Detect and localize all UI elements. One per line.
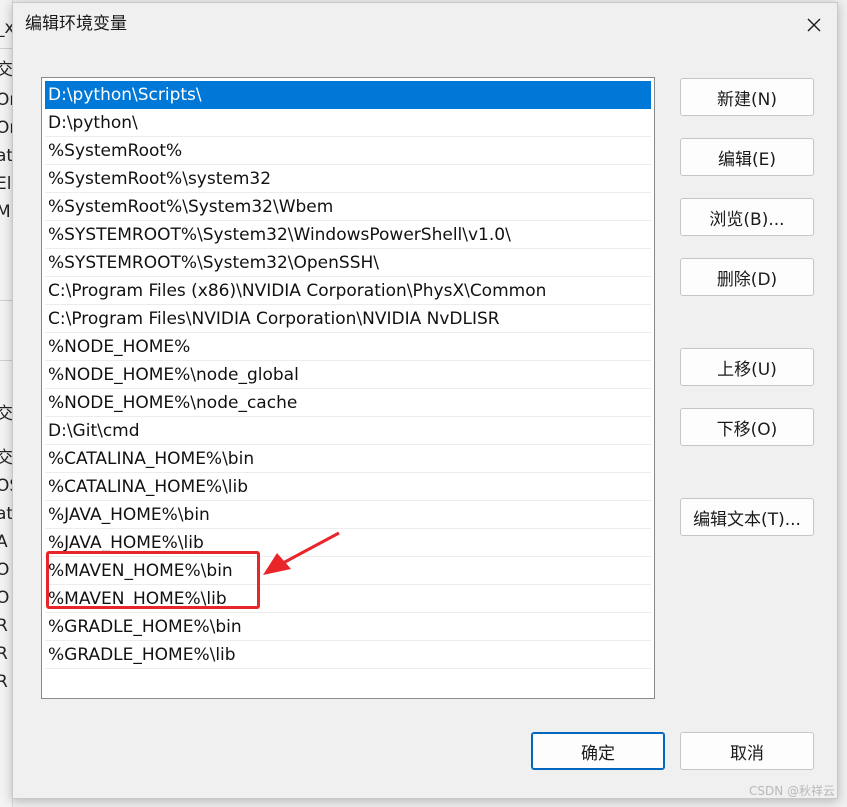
edit-button[interactable]: 编辑(E) — [680, 138, 814, 176]
path-list-item[interactable]: C:\Program Files (x86)\NVIDIA Corporatio… — [45, 277, 651, 305]
path-list-item[interactable]: D:\Git\cmd — [45, 417, 651, 445]
path-list-item[interactable]: %SystemRoot%\system32 — [45, 165, 651, 193]
path-list-item[interactable]: %MAVEN_HOME%\bin — [45, 557, 651, 585]
path-list-item[interactable]: D:\python\ — [45, 109, 651, 137]
path-list-item[interactable]: %JAVA_HOME%\lib — [45, 529, 651, 557]
title-bar[interactable]: 编辑环境变量 — [13, 3, 837, 47]
new-button[interactable]: 新建(N) — [680, 78, 814, 116]
bg-divider — [0, 300, 12, 301]
path-list-item[interactable]: %SystemRoot% — [45, 137, 651, 165]
path-list-item[interactable]: C:\Program Files\NVIDIA Corporation\NVID… — [45, 305, 651, 333]
delete-button[interactable]: 删除(D) — [680, 258, 814, 296]
close-button[interactable] — [791, 3, 837, 47]
dialog-title: 编辑环境变量 — [25, 14, 127, 34]
path-list-item[interactable]: %MAVEN_HOME%\lib — [45, 585, 651, 613]
path-list-item[interactable]: D:\python\Scripts\ — [45, 81, 651, 109]
path-list-item[interactable]: %CATALINA_HOME%\lib — [45, 473, 651, 501]
close-icon — [807, 18, 821, 32]
path-list-item[interactable]: %NODE_HOME%\node_global — [45, 361, 651, 389]
path-list-item[interactable]: %SYSTEMROOT%\System32\OpenSSH\ — [45, 249, 651, 277]
path-list-item[interactable]: %JAVA_HOME%\bin — [45, 501, 651, 529]
move-down-button[interactable]: 下移(O) — [680, 408, 814, 446]
cancel-button[interactable]: 取消 — [680, 732, 814, 770]
path-listbox[interactable]: D:\python\Scripts\ D:\python\ %SystemRoot%… — [41, 77, 655, 699]
edit-text-button[interactable]: 编辑文本(T)... — [680, 498, 814, 536]
browse-button[interactable]: 浏览(B)... — [680, 198, 814, 236]
path-list-item[interactable]: %NODE_HOME% — [45, 333, 651, 361]
path-list-item[interactable]: %CATALINA_HOME%\bin — [45, 445, 651, 473]
watermark: CSDN @秋祥云 — [748, 784, 835, 798]
ok-button[interactable]: 确定 — [531, 732, 665, 770]
path-list-item[interactable]: %GRADLE_HOME%\lib — [45, 641, 651, 669]
move-up-button[interactable]: 上移(U) — [680, 348, 814, 386]
path-list-item[interactable]: %SystemRoot%\System32\Wbem — [45, 193, 651, 221]
bg-divider — [0, 360, 12, 361]
path-list-item[interactable]: %GRADLE_HOME%\bin — [45, 613, 651, 641]
bg-divider — [0, 48, 12, 49]
edit-env-var-dialog: 编辑环境变量 D:\python\Scripts\ D:\python\ %Syst… — [12, 2, 838, 799]
path-list-item[interactable]: %NODE_HOME%\node_cache — [45, 389, 651, 417]
path-list-item[interactable]: %SYSTEMROOT%\System32\WindowsPowerShell\… — [45, 221, 651, 249]
